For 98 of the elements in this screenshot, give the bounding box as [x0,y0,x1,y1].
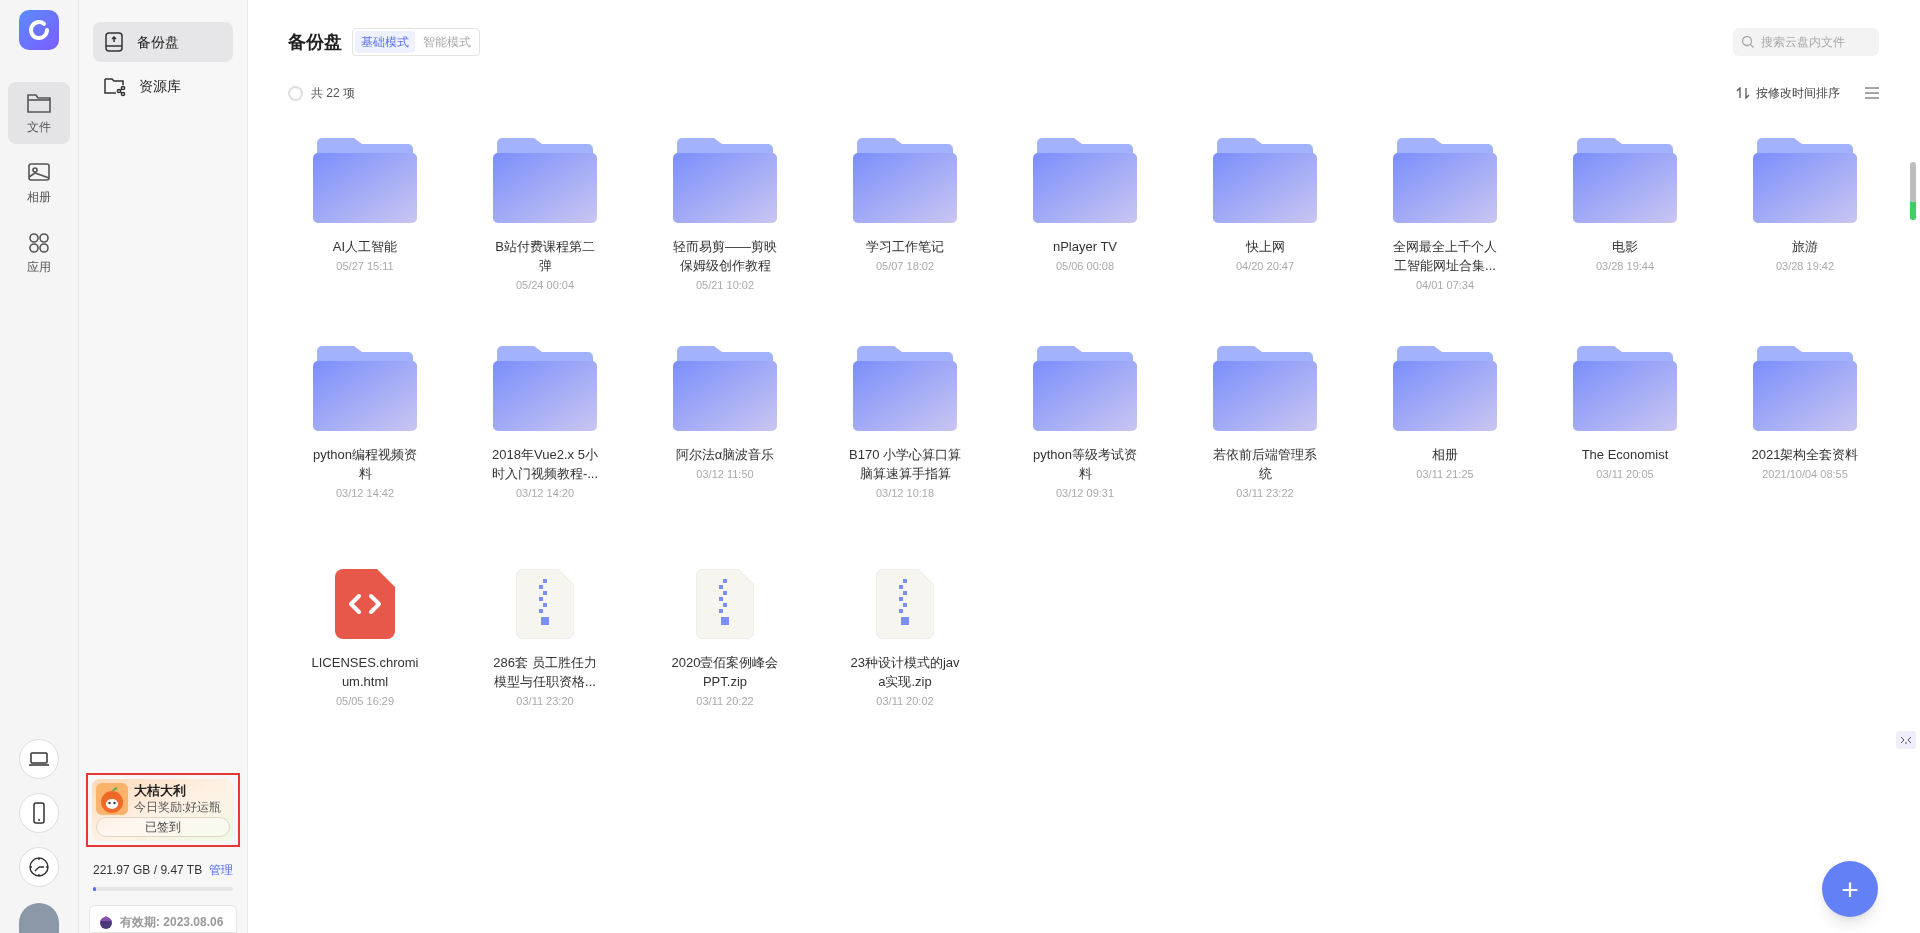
nav-tab[interactable]: 相册 [8,152,70,214]
drive-icon[interactable] [103,31,125,53]
file-date: 03/11 20:02 [876,694,934,709]
file-name[interactable]: python等级考试资料 [1029,445,1141,483]
file-name[interactable]: 2018年Vue2.x 5小时入门视频教程-... [489,445,601,483]
select-all-checkbox[interactable] [288,85,303,101]
manage-link[interactable]: 管理 [209,861,233,879]
add-button[interactable]: + [1822,861,1878,917]
sidebar-item[interactable]: 资源库 [93,66,233,106]
file-name[interactable]: 快上网 [1209,237,1321,256]
file-name[interactable]: python编程视频资料 [309,445,421,483]
nav-tab[interactable]: 应用 [8,222,70,284]
member-badge-icon [98,914,114,930]
file-date: 03/12 14:42 [335,486,395,501]
file-date: 03/11 20:05 [1596,467,1654,482]
file-date: 05/07 18:02 [875,259,935,274]
file-name[interactable]: 若依前后端管理系统 [1209,445,1321,483]
membership-expiry: 有效期: 2023.08.06 [120,914,224,931]
file-date: 03/12 10:18 [875,486,935,501]
file-date: 03/11 23:22 [1236,486,1294,501]
folder-icon[interactable] [1393,137,1497,223]
mascot-icon [96,783,128,815]
file-date: 03/12 11:50 [696,467,754,482]
app-logo-icon [19,10,59,50]
file-date: 05/21 10:02 [695,278,755,293]
folder-icon[interactable] [493,137,597,223]
folder-icon[interactable] [1213,345,1317,431]
page-title: 备份盘 [288,30,342,54]
file-date: 05/05 16:29 [335,694,395,709]
mode-tab[interactable]: 基础模式 [355,31,415,53]
file-name[interactable]: 23种设计模式的java实现.zip [849,653,961,691]
folder-icon[interactable] [1393,345,1497,431]
file-name[interactable]: 2020壹佰案例峰会PPT.zip [669,653,781,691]
file-name[interactable]: LICENSES.chromium.html [309,653,421,691]
file-name[interactable]: 286套 员工胜任力模型与任职资格... [489,653,601,691]
file-name[interactable]: 阿尔法α脑波音乐 [669,445,781,464]
folder-icon[interactable] [1573,345,1677,431]
folder-icon[interactable] [853,345,957,431]
laptop-icon[interactable] [19,739,59,779]
file-date: 03/12 14:20 [515,486,575,501]
file-date: 04/01 07:34 [1415,278,1475,293]
file-name[interactable]: 学习工作笔记 [849,237,961,256]
file-name[interactable]: 旅游 [1749,237,1861,256]
file-date: 03/11 23:20 [516,694,574,709]
phone-icon[interactable] [19,793,59,833]
folder-icon[interactable] [313,137,417,223]
folder-icon[interactable] [1573,137,1677,223]
folder-icon[interactable] [1033,345,1137,431]
file-name[interactable]: 电影 [1569,237,1681,256]
file-date: 2021/10/04 08:55 [1762,467,1848,482]
folder-icon[interactable] [673,345,777,431]
sort-button[interactable]: 按修改时间排序 [1736,84,1840,102]
file-date: 03/11 21:25 [1416,467,1474,482]
zip-file-icon[interactable] [876,569,934,639]
file-date: 05/24 00:04 [515,278,575,293]
file-name[interactable]: B站付费课程第二弹 [489,237,601,275]
checked-in-button[interactable]: 已签到 [96,817,230,837]
folder-icon[interactable] [1753,137,1857,223]
file-name[interactable]: The Economist [1569,445,1681,464]
file-date: 03/12 09:31 [1055,486,1115,501]
search-field[interactable]: 搜索云盘内文件 [1733,28,1879,56]
file-date: 04/20 20:47 [1235,259,1295,274]
nav-tab[interactable]: 文件 [8,82,70,144]
file-date: 05/06 00:08 [1055,259,1115,274]
code-file-icon[interactable] [335,569,395,639]
folder-icon[interactable] [853,137,957,223]
folder-icon[interactable] [1213,137,1317,223]
file-name[interactable]: 轻而易剪——剪映保姆级创作教程 [669,237,781,275]
file-date: 05/27 15:11 [336,259,394,274]
folder-icon[interactable] [1033,137,1137,223]
sort-arrows-icon [1736,87,1750,99]
file-date: 03/11 20:22 [696,694,754,709]
list-view-icon[interactable] [1864,87,1880,99]
file-date: 03/28 19:44 [1595,259,1655,274]
side-panel-toggle-icon[interactable] [1896,731,1916,749]
file-name[interactable]: AI人工智能 [309,237,421,256]
promo-title: 大桔大利 [134,783,187,800]
file-name[interactable]: 2021架构全套资料 [1749,445,1861,464]
folder-icon[interactable] [313,345,417,431]
file-name[interactable]: 相册 [1389,445,1501,464]
dial-icon[interactable] [19,847,59,887]
promo-subtitle: 今日奖励:好运瓶 [134,799,222,815]
storage-usage: 221.97 GB / 9.47 TB [93,862,203,879]
folder-icon[interactable] [1753,345,1857,431]
search-icon [1741,35,1755,49]
sidebar-item[interactable]: 备份盘 [93,22,233,62]
file-name[interactable]: nPlayer TV [1029,237,1141,256]
file-name[interactable]: B170 小学心算口算脑算速算手指算 [849,445,961,483]
file-name[interactable]: 全网最全上千个人工智能网址合集... [1389,237,1501,275]
folder-icon[interactable] [673,137,777,223]
shared-folder-icon[interactable] [103,75,127,97]
file-date: 03/28 19:42 [1775,259,1835,274]
scrollbar[interactable] [1910,162,1916,220]
folder-icon[interactable] [493,345,597,431]
zip-file-icon[interactable] [516,569,574,639]
avatar-photo[interactable] [19,903,59,933]
zip-file-icon[interactable] [696,569,754,639]
item-count: 共 22 项 [311,85,355,102]
